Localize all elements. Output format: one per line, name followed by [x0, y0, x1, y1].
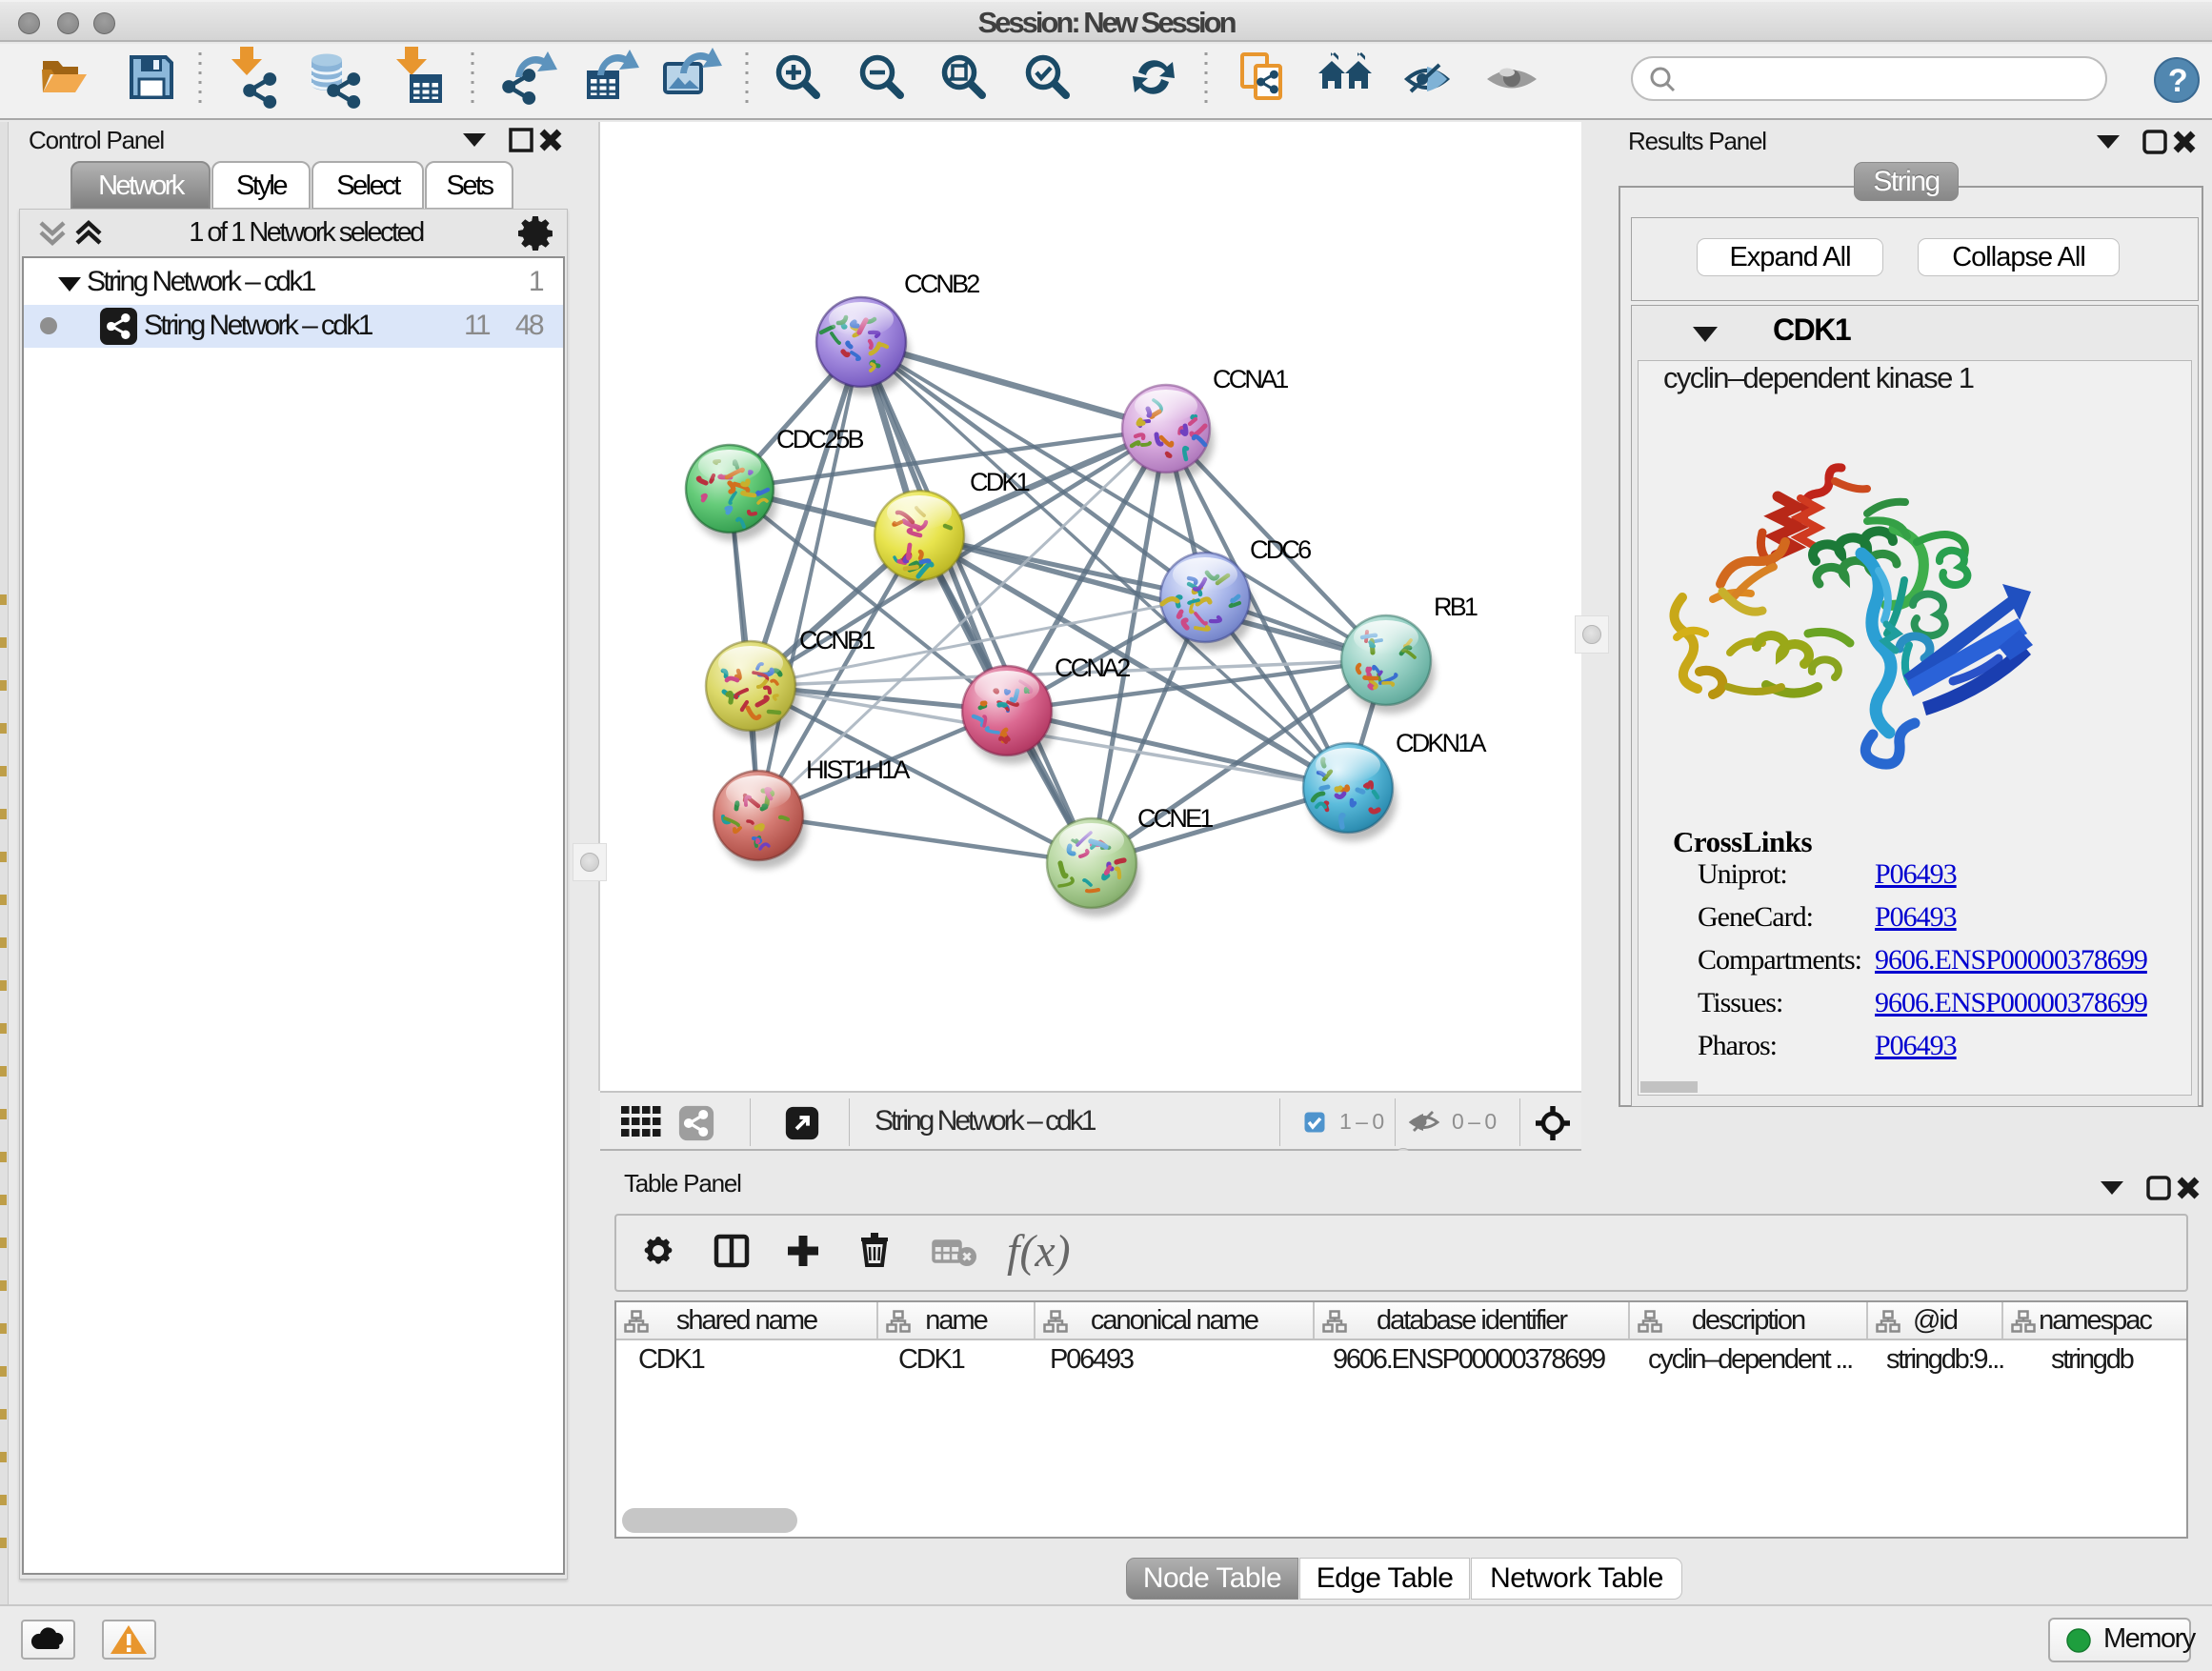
svg-text:?: ? [2168, 63, 2186, 99]
svg-text:CCNA1: CCNA1 [1213, 365, 1288, 393]
svg-text:RB1: RB1 [1434, 593, 1478, 621]
svg-text:CDKN1A: CDKN1A [1396, 729, 1487, 757]
svg-text:CCNA2: CCNA2 [1055, 654, 1130, 682]
svg-text:f(x): f(x) [1007, 1226, 1071, 1277]
svg-text:CDC6: CDC6 [1250, 535, 1311, 564]
svg-text:CCNB1: CCNB1 [799, 626, 875, 654]
svg-text:CDC25B: CDC25B [776, 425, 864, 453]
svg-text:HIST1H1A: HIST1H1A [806, 755, 910, 784]
svg-text:CCNB2: CCNB2 [904, 270, 979, 298]
svg-text:CCNE1: CCNE1 [1137, 804, 1213, 833]
svg-text:CDK1: CDK1 [970, 468, 1030, 496]
